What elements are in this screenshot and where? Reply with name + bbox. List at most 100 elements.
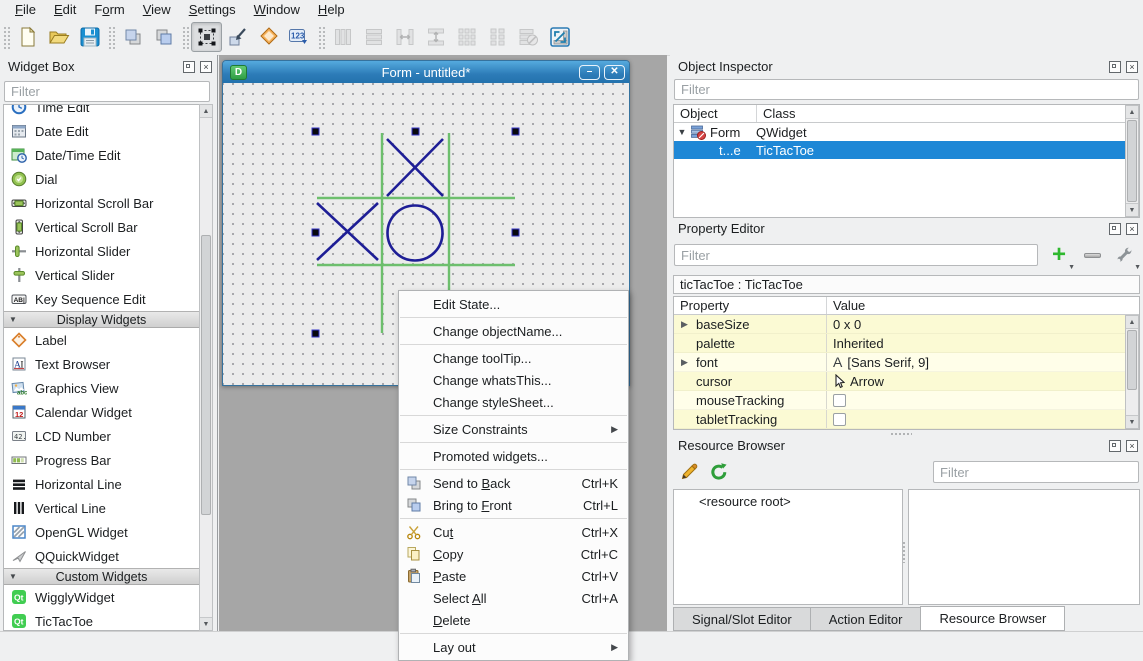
widget-item-wigglywidget[interactable]: Qt WigglyWidget — [4, 585, 199, 609]
scrollbar-thumb[interactable] — [1127, 120, 1137, 202]
scroll-down-icon[interactable]: ▼ — [1126, 203, 1138, 216]
widget-item-vertical-slider[interactable]: Vertical Slider — [4, 263, 199, 287]
menu-window[interactable]: Window — [245, 1, 309, 18]
menu-item-edit-state[interactable]: Edit State... — [399, 293, 628, 315]
widget-box-filter-input[interactable] — [4, 81, 210, 102]
column-header-value[interactable]: Value — [826, 297, 1139, 314]
property-editor-scrollbar[interactable]: ▲ ▼ — [1125, 315, 1139, 429]
menu-item-size-constraints[interactable]: Size Constraints▶ — [399, 418, 628, 440]
widget-box-scrollbar[interactable]: ▲ ▼ — [199, 104, 213, 631]
widget-item-tictactoe[interactable]: Qt TicTacToe — [4, 609, 199, 631]
widget-item-horizontal-scroll-bar[interactable]: Horizontal Scroll Bar — [4, 191, 199, 215]
menu-help[interactable]: Help — [309, 1, 354, 18]
splitter-handle[interactable] — [890, 432, 912, 437]
expand-arrow-icon[interactable]: ▼ — [674, 127, 690, 137]
widget-item-key-sequence-edit[interactable]: AB| Key Sequence Edit — [4, 287, 199, 311]
menu-file[interactable]: File — [6, 1, 45, 18]
resource-browser-filter-input[interactable] — [933, 461, 1139, 483]
section-custom-widgets[interactable]: ▼ Custom Widgets — [4, 568, 199, 585]
edit-buddies-button[interactable] — [253, 22, 284, 52]
resource-tree-pane[interactable]: <resource root> — [673, 489, 903, 605]
widget-item-text-browser[interactable]: AI Text Browser — [4, 352, 199, 376]
adjust-size-button[interactable] — [544, 22, 575, 52]
tab-signal-slot-editor[interactable]: Signal/Slot Editor — [673, 607, 810, 631]
send-to-back-button[interactable] — [117, 22, 148, 52]
property-row-cursor[interactable]: cursor Arrow — [674, 372, 1139, 391]
layout-vertical-button[interactable] — [358, 22, 389, 52]
widget-item-lcd-number[interactable]: 42. LCD Number — [4, 424, 199, 448]
mousetracking-checkbox[interactable] — [833, 394, 846, 407]
property-row-basesize[interactable]: ▶baseSize 0 x 0 — [674, 315, 1139, 334]
float-panel-icon[interactable] — [1109, 61, 1121, 73]
layout-form-button[interactable] — [482, 22, 513, 52]
close-panel-icon[interactable]: × — [1126, 223, 1138, 235]
widget-item-opengl-widget[interactable]: OpenGL Widget — [4, 520, 199, 544]
scroll-down-icon[interactable]: ▼ — [200, 617, 212, 630]
pane-splitter-handle[interactable] — [902, 541, 907, 563]
form-titlebar[interactable]: Form - untitled* D – ✕ — [223, 61, 629, 83]
widget-item-dial[interactable]: Dial — [4, 167, 199, 191]
menu-item-copy[interactable]: Copy Ctrl+C — [399, 543, 628, 565]
menu-item-delete[interactable]: Delete — [399, 609, 628, 631]
menu-item-select-all[interactable]: Select All Ctrl+A — [399, 587, 628, 609]
widget-item-datetime-edit[interactable]: Date/Time Edit — [4, 143, 199, 167]
edit-resources-button[interactable] — [676, 459, 702, 485]
widget-item-graphics-view[interactable]: abc Graphics View — [4, 376, 199, 400]
object-inspector-scrollbar[interactable]: ▲ ▼ — [1125, 105, 1139, 217]
inspector-row-tictactoe[interactable]: t...e TicTacToe — [674, 141, 1139, 159]
column-header-class[interactable]: Class — [756, 105, 1139, 122]
widget-item-progress-bar[interactable]: Progress Bar — [4, 448, 199, 472]
widget-item-horizontal-line[interactable]: Horizontal Line — [4, 472, 199, 496]
property-editor-filter-input[interactable] — [674, 244, 1038, 266]
widget-item-label[interactable]: Label — [4, 328, 199, 352]
break-layout-button[interactable] — [513, 22, 544, 52]
float-panel-icon[interactable] — [1109, 223, 1121, 235]
widget-item-vertical-scroll-bar[interactable]: Vertical Scroll Bar — [4, 215, 199, 239]
menu-item-bring-to-front[interactable]: Bring to Front Ctrl+L — [399, 494, 628, 516]
layout-vertical-splitter-button[interactable] — [420, 22, 451, 52]
add-dynamic-property-button[interactable]: + ▼ — [1044, 241, 1074, 269]
scroll-up-icon[interactable]: ▲ — [1126, 106, 1138, 119]
edit-widgets-button[interactable] — [191, 22, 222, 52]
menu-edit[interactable]: Edit — [45, 1, 85, 18]
object-inspector-filter-input[interactable] — [674, 79, 1139, 100]
close-panel-icon[interactable]: × — [200, 61, 212, 73]
scrollbar-thumb[interactable] — [201, 235, 211, 515]
close-window-icon[interactable]: ✕ — [604, 65, 625, 80]
property-row-palette[interactable]: palette Inherited — [674, 334, 1139, 353]
menu-item-lay-out[interactable]: Lay out▶ — [399, 636, 628, 658]
column-header-object[interactable]: Object — [674, 105, 756, 122]
scrollbar-thumb[interactable] — [1127, 330, 1137, 390]
float-panel-icon[interactable] — [1109, 440, 1121, 452]
widget-item-qquickwidget[interactable]: QQuickWidget — [4, 544, 199, 568]
layout-horizontal-splitter-button[interactable] — [389, 22, 420, 52]
reload-resources-button[interactable] — [706, 459, 732, 485]
menu-item-change-whatsthis[interactable]: Change whatsThis... — [399, 369, 628, 391]
tablettracking-checkbox[interactable] — [833, 413, 846, 426]
menu-item-promoted-widgets[interactable]: Promoted widgets... — [399, 445, 628, 467]
inspector-row-form[interactable]: ▼ Form QWidget — [674, 123, 1139, 141]
column-header-property[interactable]: Property — [674, 297, 826, 314]
menu-item-change-tooltip[interactable]: Change toolTip... — [399, 347, 628, 369]
widget-item-horizontal-slider[interactable]: Horizontal Slider — [4, 239, 199, 263]
property-row-mousetracking[interactable]: mouseTracking — [674, 391, 1139, 410]
scroll-down-icon[interactable]: ▼ — [1126, 415, 1138, 428]
widget-item-vertical-line[interactable]: Vertical Line — [4, 496, 199, 520]
close-panel-icon[interactable]: × — [1126, 440, 1138, 452]
menu-item-send-to-back[interactable]: Send to Back Ctrl+K — [399, 472, 628, 494]
resource-files-pane[interactable] — [908, 489, 1140, 605]
toolbar-handle[interactable] — [317, 25, 325, 49]
edit-signals-slots-button[interactable] — [222, 22, 253, 52]
toolbar-handle[interactable] — [181, 25, 189, 49]
section-display-widgets[interactable]: ▼ Display Widgets — [4, 311, 199, 328]
float-panel-icon[interactable] — [183, 61, 195, 73]
tab-resource-browser[interactable]: Resource Browser — [920, 606, 1065, 631]
property-row-font[interactable]: ▶font A[Sans Serif, 9] — [674, 353, 1139, 372]
menu-item-paste[interactable]: Paste Ctrl+V — [399, 565, 628, 587]
toolbar-handle[interactable] — [107, 25, 115, 49]
menu-view[interactable]: View — [134, 1, 180, 18]
bring-to-front-button[interactable] — [148, 22, 179, 52]
tab-action-editor[interactable]: Action Editor — [810, 607, 921, 631]
save-file-button[interactable] — [74, 22, 105, 52]
scroll-up-icon[interactable]: ▲ — [1126, 316, 1138, 329]
